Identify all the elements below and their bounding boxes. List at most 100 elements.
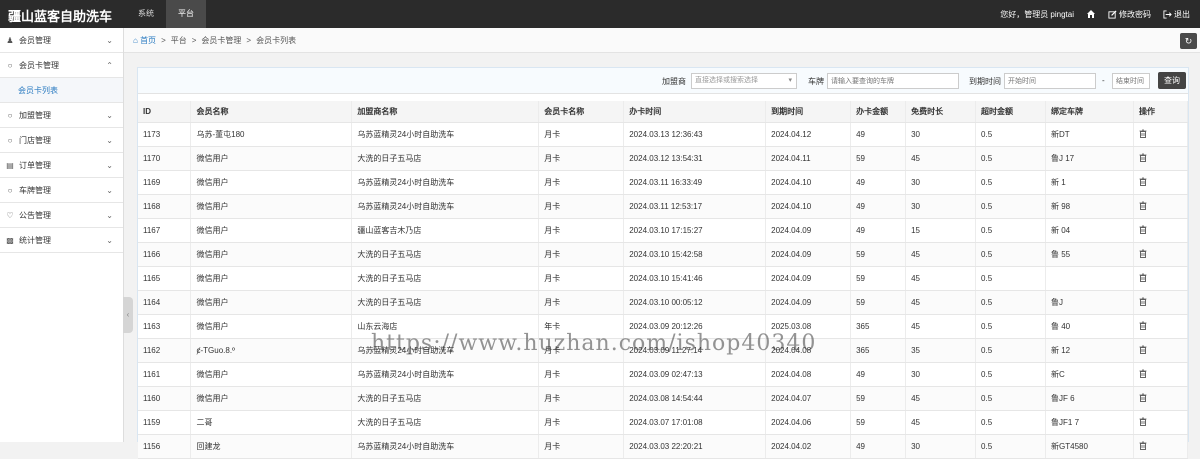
table-cell: 1161 [138,362,192,387]
trash-icon[interactable] [1139,369,1147,380]
table-cell: 月卡 [538,146,625,171]
table-cell: 1159 [138,410,192,435]
sidebar-item-franchise[interactable]: ○ 加盟管理 ⌄ [0,103,123,128]
start-date-input[interactable] [1004,73,1096,89]
col-header-free-duration[interactable]: 免费时长 [905,101,977,123]
col-header-franchise[interactable]: 加盟商名称 [351,101,540,123]
table-cell-actions [1133,146,1189,171]
col-header-overtime[interactable]: 超时金额 [975,101,1047,123]
table-cell: 59 [850,242,907,267]
table-cell-actions [1133,314,1189,339]
table-cell: 微信用户 [190,146,353,171]
trash-icon[interactable] [1139,129,1147,140]
table-row: 1159 二哥 大洗的日子五马店 月卡 2024.03.07 17:01:08 2024.… [138,410,1189,435]
table-cell: 2024.04.10 [765,194,852,219]
trash-icon[interactable] [1139,249,1147,260]
circle-icon: ○ [7,60,13,70]
table-cell: 365 [850,314,907,339]
table-cell: 新DT [1045,122,1134,147]
membercard-table: ID 会员名称 加盟商名称 会员卡名称 办卡时间 到期时间 办卡金额 免费时长 … [138,101,1189,459]
table-row: 1169 微信用户 乌苏蓝精灵24小时自助洗车 月卡 2024.03.11 16:33:… [138,170,1189,195]
sidebar: ♟ 会员管理 ⌄ ○ 会员卡管理 ⌃ 会员卡列表 ○ 加盟管理 ⌄ ○ 门店管理… [0,28,124,442]
top-nav: 系统 平台 [126,0,206,28]
trash-icon[interactable] [1139,201,1147,212]
trash-icon[interactable] [1139,393,1147,404]
table-cell: 49 [850,194,907,219]
col-header-id[interactable]: ID [138,101,192,123]
table-cell: 微信用户 [190,290,353,315]
col-header-amount[interactable]: 办卡金额 [850,101,907,123]
table-cell: 大洗的日子五马店 [351,146,540,171]
circle-icon: ○ [7,135,13,145]
search-button[interactable]: 查询 [1158,72,1186,89]
table-cell: 1169 [138,170,192,195]
table-cell: 2024.03.08 14:54:44 [623,386,767,411]
col-header-open-time[interactable]: 办卡时间 [623,101,767,123]
edit-icon [1108,9,1117,19]
table-cell-actions [1133,362,1189,387]
sidebar-item-label: 会员管理 [19,35,51,45]
table-cell-actions [1133,218,1189,243]
breadcrumb-item[interactable]: 平台 [171,35,187,46]
trash-icon[interactable] [1139,273,1147,284]
col-header-member[interactable]: 会员名称 [190,101,353,123]
trash-icon[interactable] [1139,345,1147,356]
trash-icon[interactable] [1139,297,1147,308]
breadcrumb-item[interactable]: 会员卡管理 [201,35,241,46]
table-cell: 2024.04.08 [765,362,852,387]
breadcrumb-item: 会员卡列表 [256,35,297,45]
chevron-down-icon: ⌄ [106,236,113,245]
table-row: 1163 微信用户 山东云海店 年卡 2024.03.09 20:12:26 2025.0… [138,314,1189,339]
sidebar-item-label: 订单管理 [19,160,51,170]
table-cell: 1160 [138,386,192,411]
end-date-input[interactable] [1112,73,1150,89]
trash-icon[interactable] [1139,441,1147,452]
topnav-item-system[interactable]: 系统 [126,0,166,28]
col-header-actions: 操作 [1133,101,1189,123]
home-button[interactable] [1086,9,1096,19]
table-cell: 月卡 [538,290,625,315]
sidebar-item-member[interactable]: ♟ 会员管理 ⌄ [0,28,123,53]
trash-icon[interactable] [1139,321,1147,332]
home-icon [1087,10,1095,18]
col-header-card[interactable]: 会员卡名称 [538,101,625,123]
breadcrumb-home[interactable]: ⌂ 首页 [133,35,156,46]
table-cell: 1164 [138,290,192,315]
trash-icon[interactable] [1139,153,1147,164]
table-cell: 2024.04.11 [765,146,852,171]
sidebar-item-notice[interactable]: ♡ 公告管理 ⌄ [0,203,123,228]
trash-icon[interactable] [1139,417,1147,428]
table-cell: 2024.03.11 12:53:17 [623,194,767,219]
franchise-select[interactable]: 直接选择或搜索选择 ▾ [691,73,797,89]
sidebar-item-store[interactable]: ○ 门店管理 ⌄ [0,128,123,153]
chevron-down-icon: ⌄ [106,186,113,195]
table-cell: 2024.03.09 20:12:26 [623,314,767,339]
col-header-expire[interactable]: 到期时间 [765,101,852,123]
topnav-item-platform[interactable]: 平台 [166,0,206,28]
refresh-button[interactable]: ↻ [1180,33,1197,49]
col-header-plate[interactable]: 绑定车牌 [1045,101,1134,123]
table-cell: 山东云海店 [351,314,540,339]
table-cell: 0.5 [975,362,1047,387]
sidebar-item-stats[interactable]: ▩ 统计管理 ⌄ [0,228,123,253]
top-right-area: 您好，管理员 pingtai 修改密码 退出 [1000,0,1190,28]
sidebar-subitem-membercard-list[interactable]: 会员卡列表 [0,78,123,103]
table-cell: ȼ-TGuo.8.º [190,338,353,363]
table-cell-actions [1133,170,1189,195]
sidebar-item-plate[interactable]: ○ 车牌管理 ⌄ [0,178,123,203]
trash-icon[interactable] [1139,177,1147,188]
sidebar-collapse-handle[interactable]: ‹ [123,297,133,333]
app-title: 疆山蓝客自助洗车 [8,9,113,24]
logout-button[interactable]: 退出 [1163,9,1190,20]
plate-input[interactable] [827,73,959,89]
sidebar-item-order[interactable]: ▤ 订单管理 ⌄ [0,153,123,178]
table-cell: 大洗的日子五马店 [351,290,540,315]
table-cell: 0.5 [975,242,1047,267]
table-cell: 2024.03.13 12:36:43 [623,122,767,147]
sidebar-item-membercard[interactable]: ○ 会员卡管理 ⌃ [0,53,123,78]
table-cell: 新GT4580 [1045,434,1134,459]
table-cell: 1165 [138,266,192,291]
table-cell: 月卡 [538,266,625,291]
trash-icon[interactable] [1139,225,1147,236]
change-password-button[interactable]: 修改密码 [1108,9,1151,20]
